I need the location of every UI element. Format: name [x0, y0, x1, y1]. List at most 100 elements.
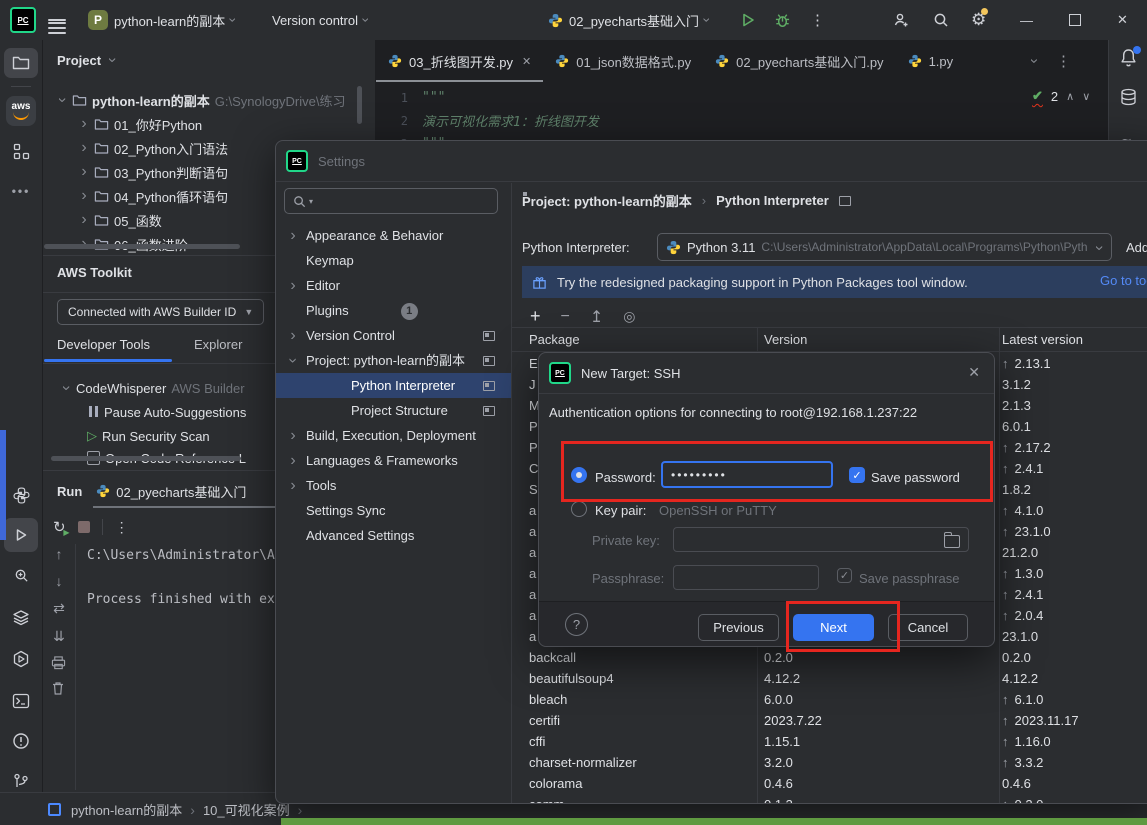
find-tool-button[interactable]	[4, 560, 38, 590]
settings-search-input[interactable]	[315, 193, 469, 210]
cancel-button[interactable]: Cancel	[888, 614, 968, 641]
interpreter-dropdown[interactable]: Python 3.11 C:\Users\Administrator\AppDa…	[657, 233, 1112, 261]
save-passphrase-checkbox[interactable]: ✓	[837, 568, 852, 583]
banner-link[interactable]: Go to too	[1100, 273, 1147, 288]
project-panel-header[interactable]: Project ›	[57, 52, 117, 68]
passphrase-input[interactable]	[674, 566, 818, 589]
more-options-button[interactable]: ⋮	[115, 519, 129, 536]
security-scan-row[interactable]: ▷ Run Security Scan	[87, 424, 210, 448]
inspections-widget[interactable]: ✔ 2 ∧ ∨	[1032, 88, 1090, 104]
package-row[interactable]: bleach 6.0.0 ↑6.1.0	[512, 689, 1147, 710]
scroll-to-end-button[interactable]: ⇊	[51, 628, 67, 645]
next-problem-icon[interactable]: ∨	[1082, 90, 1090, 103]
services-tool-button[interactable]	[4, 602, 38, 632]
endpoints-tool-button[interactable]	[4, 644, 38, 674]
keypair-radio[interactable]	[571, 501, 587, 517]
upgrade-package-button[interactable]: ↥	[590, 307, 603, 327]
settings-nav-item[interactable]: › Version Control	[276, 323, 511, 348]
private-key-input[interactable]	[674, 528, 968, 551]
version-control-widget[interactable]: Version control ›	[272, 0, 369, 40]
show-early-releases-button[interactable]: ◎	[623, 308, 635, 325]
python-packages-tool-button[interactable]	[4, 480, 38, 510]
maximize-button[interactable]	[1069, 0, 1081, 40]
settings-nav-item[interactable]: Python Interpreter	[276, 373, 511, 398]
add-interpreter-link[interactable]: Add	[1126, 240, 1147, 255]
column-header-latest[interactable]: Latest version	[1002, 332, 1147, 347]
main-menu-button[interactable]	[48, 0, 66, 40]
editor-tab[interactable]: 02_pyecharts基础入门.py	[703, 40, 895, 82]
project-widget[interactable]: P python-learn的副本 ›	[88, 0, 236, 40]
settings-nav-item[interactable]: Advanced Settings	[276, 523, 511, 548]
down-stacktrace-button[interactable]: ↓	[51, 573, 67, 589]
aws-toolkit-tool-button[interactable]: aws	[4, 94, 38, 128]
database-button[interactable]	[1119, 88, 1138, 109]
codewhisperer-row[interactable]: › CodeWhisperer AWS Builder	[61, 376, 245, 400]
debug-button[interactable]	[774, 0, 791, 40]
uninstall-package-button[interactable]: −	[561, 308, 570, 326]
project-folder-row[interactable]: › 02_Python入门语法	[79, 136, 228, 160]
status-breadcrumb-folder[interactable]: 10_可视化案例	[203, 800, 290, 819]
package-row[interactable]: comm 0.1.3 ↑0.2.0	[512, 794, 1147, 803]
pause-suggestions-row[interactable]: Pause Auto-Suggestions	[87, 400, 246, 424]
settings-nav-item[interactable]: › Appearance & Behavior	[276, 223, 511, 248]
prev-problem-icon[interactable]: ∧	[1066, 90, 1074, 103]
close-tab-icon[interactable]: ✕	[522, 55, 531, 68]
column-header-package[interactable]: Package	[512, 332, 764, 347]
settings-nav-item[interactable]: › Languages & Frameworks	[276, 448, 511, 473]
column-header-version[interactable]: Version	[764, 332, 1002, 347]
horizontal-scrollbar[interactable]	[51, 456, 241, 461]
horizontal-scrollbar[interactable]	[44, 244, 240, 249]
more-tools-button[interactable]: •••	[4, 176, 38, 206]
install-package-button[interactable]: +	[530, 306, 541, 327]
breadcrumb-project[interactable]: Project: python-learn的副本	[522, 191, 692, 210]
previous-button[interactable]: Previous	[698, 614, 779, 641]
run-config-widget[interactable]: 02_pyecharts基础入门 ›	[548, 0, 710, 40]
editor-tab[interactable]: 03_折线图开发.py ✕	[376, 40, 543, 82]
minimize-button[interactable]: —	[1020, 0, 1033, 40]
tab-list-chevron-icon[interactable]: ›	[1024, 56, 1042, 66]
project-root-row[interactable]: › python-learn的副本 G:\SynologyDrive\练习	[57, 88, 346, 112]
structure-tool-button[interactable]	[4, 136, 38, 166]
vertical-scrollbar[interactable]	[357, 86, 362, 124]
problems-tool-button[interactable]	[4, 726, 38, 756]
settings-nav-item[interactable]: Project Structure	[276, 398, 511, 423]
package-row[interactable]: certifi 2023.7.22 ↑2023.11.17	[512, 710, 1147, 731]
help-button[interactable]: ?	[565, 613, 588, 636]
print-button[interactable]	[51, 656, 67, 670]
aws-connection-dropdown[interactable]: Connected with AWS Builder ID ▼	[57, 299, 264, 325]
project-folder-row[interactable]: › 04_Python循环语句	[79, 184, 228, 208]
close-button[interactable]: ✕	[1117, 0, 1128, 40]
aws-tab[interactable]: Developer Tools	[57, 337, 150, 352]
settings-nav-item[interactable]: › Tools	[276, 473, 511, 498]
run-console-tab[interactable]: 02_pyecharts基础入门	[96, 482, 246, 501]
package-row[interactable]: colorama 0.4.6 0.4.6	[512, 773, 1147, 794]
aws-tab[interactable]: Explorer	[194, 337, 242, 352]
package-row[interactable]: beautifulsoup4 4.12.2 4.12.2	[512, 668, 1147, 689]
more-actions-button[interactable]: ⋮	[810, 0, 825, 40]
settings-nav-item[interactable]: Plugins1	[276, 298, 511, 323]
notifications-button[interactable]	[1119, 48, 1139, 68]
clear-console-button[interactable]	[51, 681, 67, 696]
settings-search[interactable]: ▾	[284, 188, 498, 214]
project-folder-row[interactable]: › 05_函数	[79, 208, 162, 232]
folder-browse-icon[interactable]	[944, 535, 960, 548]
settings-nav-item[interactable]: Keymap	[276, 248, 511, 273]
stop-button[interactable]	[78, 521, 90, 533]
run-button[interactable]	[740, 0, 756, 40]
code-with-me-button[interactable]	[892, 0, 910, 40]
settings-nav-item[interactable]: › Project: python-learn的副本	[276, 348, 511, 373]
settings-nav-item[interactable]: › Build, Execution, Deployment	[276, 423, 511, 448]
editor-tab[interactable]: 1.py	[896, 40, 966, 82]
close-icon[interactable]: ✕	[968, 364, 980, 381]
search-everywhere-button[interactable]	[932, 0, 950, 40]
project-folder-row[interactable]: › 03_Python判断语句	[79, 160, 228, 184]
package-row[interactable]: cffi 1.15.1 ↑1.16.0	[512, 731, 1147, 752]
soft-wrap-button[interactable]: ⇄	[51, 600, 67, 617]
kebab-icon[interactable]: ⋮	[1056, 52, 1071, 70]
project-folder-row[interactable]: › 01_你好Python	[79, 112, 202, 136]
terminal-tool-button[interactable]	[4, 686, 38, 716]
run-tool-button[interactable]	[4, 518, 38, 552]
status-breadcrumb-project[interactable]: python-learn的副本	[71, 800, 182, 819]
package-row[interactable]: charset-normalizer 3.2.0 ↑3.3.2	[512, 752, 1147, 773]
project-tool-button[interactable]	[4, 48, 38, 78]
